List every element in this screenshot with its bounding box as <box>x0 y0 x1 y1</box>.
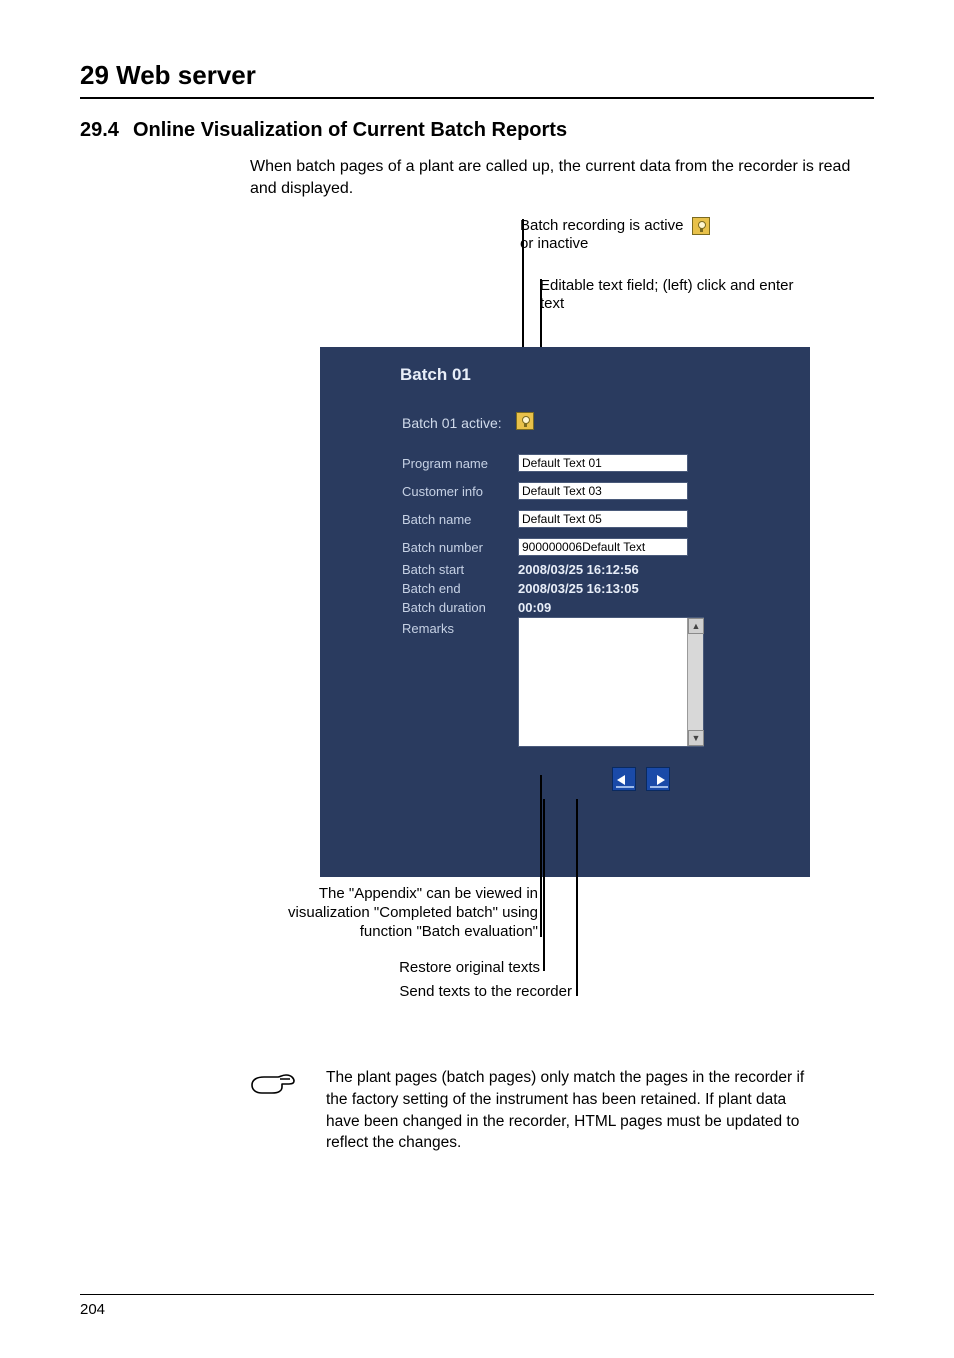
underline-icon <box>616 786 634 788</box>
arrow-right-icon <box>657 775 665 785</box>
batch-active-bulb-icon <box>516 412 534 430</box>
chapter-title: 29 Web server <box>80 60 874 91</box>
annotation-batch-active: Batch recording is active or inactive <box>520 217 710 253</box>
annotation-send: Send texts to the recorder <box>332 983 572 1000</box>
leader-line-appendix <box>540 775 542 937</box>
batch-start-value: 2008/03/25 16:12:56 <box>518 562 639 577</box>
program-name-label: Program name <box>402 456 518 471</box>
arrow-left-icon <box>617 775 625 785</box>
annotation-editable-field: Editable text field; (left) click and en… <box>540 277 800 313</box>
pointing-hand-icon <box>250 1067 296 1097</box>
leader-line-send <box>576 799 578 996</box>
remarks-label: Remarks <box>402 621 518 636</box>
batch-active-label: Batch 01 active: <box>402 415 502 431</box>
program-name-input[interactable]: Default Text 01 <box>518 454 688 472</box>
batch-panel: Batch 01 Batch 01 active: Program name D… <box>320 347 810 877</box>
figure-area: Batch recording is active or inactive Ed… <box>250 217 810 1037</box>
page-number: 204 <box>80 1301 874 1318</box>
scroll-up-icon[interactable]: ▲ <box>688 618 704 634</box>
batch-name-label: Batch name <box>402 512 518 527</box>
scroll-down-icon[interactable]: ▼ <box>688 730 704 746</box>
intro-text: When batch pages of a plant are called u… <box>250 156 874 199</box>
leader-line-restore <box>543 799 545 971</box>
batch-name-input[interactable]: Default Text 05 <box>518 510 688 528</box>
footer-rule <box>80 1294 874 1295</box>
underline-icon <box>650 786 668 788</box>
annotation-appendix: The "Appendix" can be viewed in visualiz… <box>238 885 538 941</box>
section-number: 29.4 <box>80 119 119 142</box>
batch-number-input[interactable]: 900000006Default Text <box>518 538 688 556</box>
note-text: The plant pages (batch pages) only match… <box>326 1067 816 1154</box>
section-title: Online Visualization of Current Batch Re… <box>133 119 567 142</box>
batch-duration-value: 00:09 <box>518 600 551 615</box>
batch-duration-label: Batch duration <box>402 600 518 615</box>
restore-texts-button[interactable] <box>612 767 636 791</box>
chapter-rule <box>80 97 874 99</box>
send-texts-button[interactable] <box>646 767 670 791</box>
batch-end-value: 2008/03/25 16:13:05 <box>518 581 639 596</box>
annotation-batch-active-line1: Batch recording is active <box>520 217 683 234</box>
batch-panel-title: Batch 01 <box>400 365 471 385</box>
batch-number-label: Batch number <box>402 540 518 555</box>
batch-start-label: Batch start <box>402 562 518 577</box>
customer-info-input[interactable]: Default Text 03 <box>518 482 688 500</box>
remarks-scrollbar[interactable]: ▲ ▼ <box>687 618 703 746</box>
customer-info-label: Customer info <box>402 484 518 499</box>
annotation-batch-active-line2: or inactive <box>520 235 588 252</box>
batch-end-label: Batch end <box>402 581 518 596</box>
bulb-icon <box>692 217 710 235</box>
annotation-restore: Restore original texts <box>356 959 540 976</box>
remarks-textarea[interactable]: ▲ ▼ <box>518 617 704 747</box>
